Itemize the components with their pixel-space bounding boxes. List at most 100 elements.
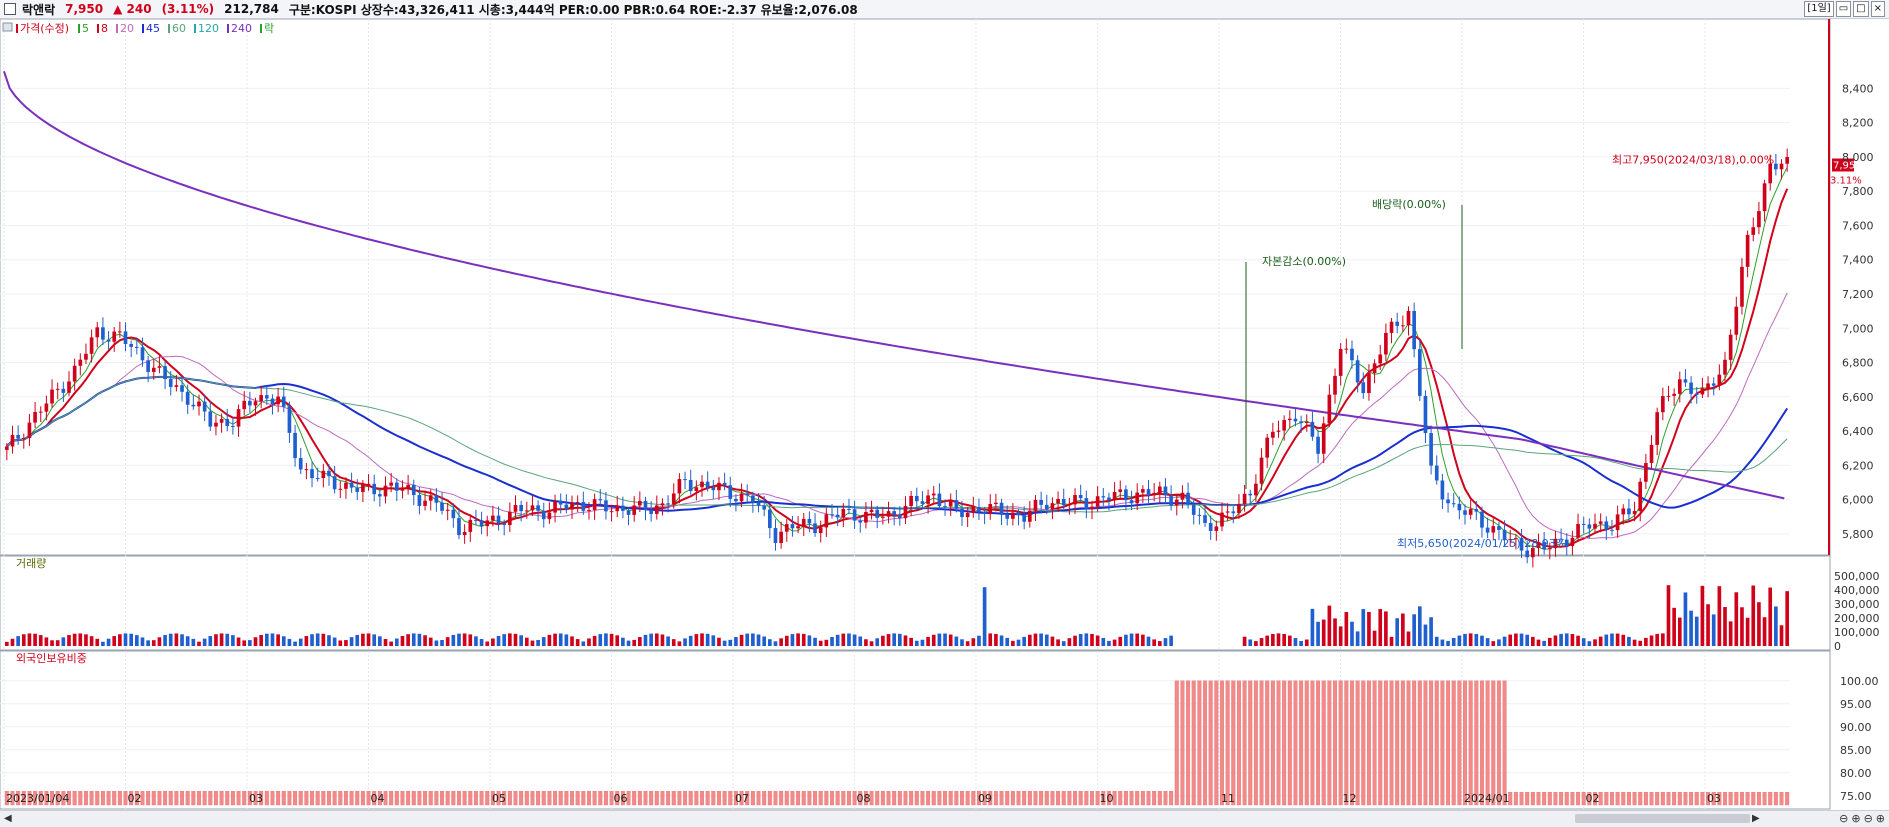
foreign-bar: [1355, 680, 1360, 806]
volume-bar: [519, 635, 523, 646]
candle-body: [779, 531, 783, 544]
candle-body: [485, 520, 490, 527]
foreign-bar: [1067, 791, 1072, 806]
foreign-bar: [965, 791, 970, 806]
foreign-bar: [575, 791, 580, 806]
candle-body: [1169, 495, 1173, 506]
foreign-bar: [338, 791, 343, 806]
candle-body: [112, 331, 117, 342]
volume-bar: [869, 641, 874, 646]
candle-body: [1073, 494, 1077, 505]
zoom-in-icon[interactable]: ⊕: [1851, 812, 1860, 825]
foreign-bar: [1214, 680, 1219, 806]
foreign-bar: [1423, 680, 1428, 806]
volume-bar: [423, 635, 427, 646]
close-button[interactable]: ×: [1870, 1, 1885, 17]
x-tick-label: 2023/01/04: [6, 792, 69, 805]
foreign-bar: [948, 791, 953, 806]
volume-bar: [485, 641, 490, 646]
scroll-right-icon[interactable]: ▶: [1752, 813, 1760, 824]
x-tick-label: 02: [127, 792, 141, 805]
volume-bar: [1627, 636, 1631, 646]
foreign-bar: [767, 791, 772, 806]
scroll-left-icon[interactable]: ◀: [4, 813, 12, 824]
candle-body: [1694, 393, 1699, 395]
foreign-tick-label: 100.00: [1840, 675, 1879, 688]
zoom-out-icon[interactable]: ⊖: [1864, 812, 1873, 825]
volume-bar: [44, 637, 49, 646]
foreign-bar: [1203, 680, 1208, 806]
candle-body: [1774, 163, 1778, 170]
foreign-bar: [1152, 791, 1157, 806]
candle-body: [914, 495, 919, 502]
candle-body: [960, 508, 964, 518]
horizontal-scrollbar[interactable]: ◀ ▶ ⊖ ⊕ ⊖ ⊕: [0, 810, 1889, 827]
volume-bar: [1774, 606, 1778, 646]
zoom-out-icon[interactable]: ⊖: [1839, 812, 1848, 825]
foreign-bar: [903, 791, 908, 806]
volume-bar: [208, 636, 213, 646]
volume-bar: [570, 636, 574, 646]
volume-bar: [1027, 634, 1032, 646]
foreign-bar: [694, 791, 699, 806]
volume-bar: [1423, 624, 1428, 646]
foreign-bar: [1756, 791, 1761, 806]
volume-bar: [852, 634, 857, 646]
foreign-bar: [1785, 791, 1790, 806]
candle-body: [864, 511, 868, 523]
foreign-bar: [1163, 791, 1168, 806]
foreign-bar: [666, 791, 671, 806]
candle-body: [1785, 157, 1789, 164]
candle-body: [428, 495, 433, 501]
stock-name: 락앤락: [22, 2, 56, 17]
foreign-bar: [1129, 791, 1134, 806]
foreign-bar: [1253, 680, 1258, 806]
volume-bar: [1282, 633, 1286, 646]
volume-bar: [1531, 636, 1535, 646]
foreign-bar: [1496, 680, 1501, 806]
volume-bar: [615, 635, 620, 646]
x-tick-label: 03: [249, 792, 263, 805]
scroll-thumb[interactable]: [1575, 814, 1750, 823]
candle-body: [604, 500, 608, 512]
candle-body: [519, 504, 523, 512]
candle-body: [739, 493, 744, 502]
x-tick-label: 12: [1342, 792, 1356, 805]
foreign-bar: [1429, 680, 1434, 806]
candle-body: [231, 426, 235, 428]
candle-body: [965, 512, 970, 518]
volume-bar: [101, 641, 105, 646]
candle-body: [10, 434, 15, 447]
minimize-button[interactable]: ▭: [1835, 1, 1852, 17]
foreign-bar: [660, 791, 665, 806]
window-menu-icon[interactable]: [4, 3, 16, 15]
candle-body: [1056, 498, 1060, 504]
volume-bar: [784, 635, 789, 646]
foreign-bar: [1762, 791, 1767, 806]
volume-bar: [123, 633, 128, 646]
foreign-bar: [1406, 680, 1411, 806]
volume-bar: [1124, 634, 1128, 646]
maximize-button[interactable]: □: [1853, 1, 1869, 17]
volume-bar: [683, 638, 687, 646]
price-tick-label: 7,200: [1842, 288, 1874, 301]
volume-bar: [1265, 635, 1270, 646]
candle-body: [1338, 349, 1343, 376]
foreign-bar: [1400, 680, 1405, 806]
candle-body: [1417, 349, 1422, 396]
foreign-bar: [100, 791, 105, 806]
foreign-bar: [1270, 680, 1275, 806]
candle-body: [321, 470, 326, 479]
candle-body: [649, 509, 653, 514]
foreign-bar: [513, 791, 518, 806]
zoom-in-icon[interactable]: ⊕: [1876, 812, 1885, 825]
stock-chart[interactable]: 가격(수정) 5 8 20 45 60 120 240 락 거래량 외국인보유비중 최고7,95…: [0, 19, 1889, 810]
volume-bar: [27, 633, 32, 646]
period-button[interactable]: [1일]: [1804, 1, 1834, 17]
candle-body: [988, 504, 993, 514]
volume-bar: [287, 638, 292, 646]
foreign-bar: [1536, 791, 1541, 806]
candle-body: [1734, 306, 1739, 335]
volume-bar: [61, 637, 66, 646]
volume-bar: [1525, 634, 1530, 646]
